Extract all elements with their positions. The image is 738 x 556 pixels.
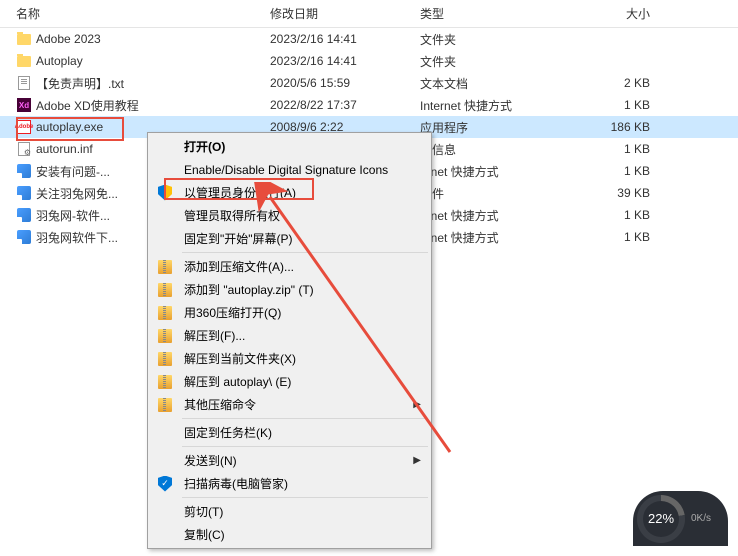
file-size: 1 KB — [580, 142, 680, 156]
col-name-header[interactable]: 名称 — [0, 5, 270, 22]
file-type: ernet 快捷方式 — [420, 207, 580, 224]
file-type: 文件 — [420, 185, 580, 202]
archive-icon — [156, 350, 174, 368]
speed-gauge-icon: 22% — [637, 495, 685, 543]
file-date: 2022/8/22 17:37 — [270, 98, 420, 112]
file-name: autoplay.exe — [36, 120, 103, 134]
shortcut-icon — [16, 163, 32, 179]
file-date: 2023/2/16 14:41 — [270, 54, 420, 68]
file-size: 1 KB — [580, 230, 680, 244]
menu-open[interactable]: 打开(O) — [150, 135, 429, 158]
file-name: 【免责声明】.txt — [36, 75, 124, 92]
file-size: 186 KB — [580, 120, 680, 134]
folder-icon — [16, 31, 32, 47]
file-type: ernet 快捷方式 — [420, 229, 580, 246]
shortcut-icon — [16, 229, 32, 245]
column-header: 名称 修改日期 类型 大小 — [0, 0, 738, 28]
file-date: 2020/5/6 15:59 — [270, 76, 420, 90]
file-name: Adobe XD使用教程 — [36, 97, 139, 114]
archive-icon — [156, 373, 174, 391]
archive-icon — [156, 258, 174, 276]
menu-separator — [182, 446, 428, 447]
menu-take-ownership[interactable]: 管理员取得所有权 — [150, 204, 429, 227]
file-name: autorun.inf — [36, 142, 93, 156]
file-type: 文件夹 — [420, 31, 580, 48]
menu-copy[interactable]: 复制(C) — [150, 523, 429, 546]
file-name: 安装有问题-... — [36, 163, 110, 180]
xd-icon: Xd — [16, 97, 32, 113]
menu-pin-start[interactable]: 固定到"开始"屏幕(P) — [150, 227, 429, 250]
file-size: 1 KB — [580, 164, 680, 178]
archive-icon — [156, 304, 174, 322]
shortcut-icon — [16, 207, 32, 223]
inf-file-icon — [16, 141, 32, 157]
archive-icon — [156, 327, 174, 345]
file-row[interactable]: Adobe 2023 2023/2/16 14:41文件夹 — [0, 28, 738, 50]
file-row[interactable]: XdAdobe XD使用教程 2022/8/22 17:37Internet 快捷… — [0, 94, 738, 116]
menu-separator — [182, 418, 428, 419]
file-size: 39 KB — [580, 186, 680, 200]
menu-pin-taskbar[interactable]: 固定到任务栏(K) — [150, 421, 429, 444]
file-type: 应用程序 — [420, 119, 580, 136]
menu-other-archive[interactable]: 其他压缩命令 ▶ — [150, 393, 429, 416]
file-type: 装信息 — [420, 141, 580, 158]
file-size: 2 KB — [580, 76, 680, 90]
archive-icon — [156, 281, 174, 299]
file-row[interactable]: Autoplay 2023/2/16 14:41文件夹 — [0, 50, 738, 72]
menu-open-360[interactable]: 用360压缩打开(Q) — [150, 301, 429, 324]
file-type: 文件夹 — [420, 53, 580, 70]
file-row[interactable]: 【免责声明】.txt 2020/5/6 15:59文本文档2 KB — [0, 72, 738, 94]
menu-send-to[interactable]: 发送到(N) ▶ — [150, 449, 429, 472]
speed-percent: 22% — [648, 511, 674, 526]
file-name: Adobe 2023 — [36, 32, 101, 46]
menu-extract-current[interactable]: 解压到当前文件夹(X) — [150, 347, 429, 370]
menu-extract-autoplay[interactable]: 解压到 autoplay\ (E) — [150, 370, 429, 393]
col-type-header[interactable]: 类型 — [420, 5, 580, 22]
shield-icon — [156, 184, 174, 202]
speed-rate: 0K/s — [691, 512, 711, 525]
menu-cut[interactable]: 剪切(T) — [150, 500, 429, 523]
col-date-header[interactable]: 修改日期 — [270, 5, 420, 22]
file-size: 1 KB — [580, 208, 680, 222]
file-name: 关注羽兔网免... — [36, 185, 118, 202]
shortcut-icon — [16, 185, 32, 201]
text-file-icon — [16, 75, 32, 91]
folder-icon — [16, 53, 32, 69]
file-date: 2023/2/16 14:41 — [270, 32, 420, 46]
file-name: 羽兔网-软件... — [36, 207, 110, 224]
col-size-header[interactable]: 大小 — [580, 5, 680, 22]
menu-add-archive[interactable]: 添加到压缩文件(A)... — [150, 255, 429, 278]
chevron-right-icon: ▶ — [413, 455, 421, 466]
file-type: ernet 快捷方式 — [420, 163, 580, 180]
file-size: 1 KB — [580, 98, 680, 112]
menu-scan-virus[interactable]: ✓ 扫描病毒(电脑管家) — [150, 472, 429, 495]
file-name: 羽兔网软件下... — [36, 229, 118, 246]
menu-separator — [182, 497, 428, 498]
file-type: Internet 快捷方式 — [420, 97, 580, 114]
menu-digital-signature[interactable]: Enable/Disable Digital Signature Icons — [150, 158, 429, 181]
speed-widget[interactable]: 22% 0K/s — [633, 491, 728, 546]
scan-shield-icon: ✓ — [156, 475, 174, 493]
context-menu: 打开(O) Enable/Disable Digital Signature I… — [147, 132, 432, 549]
chevron-right-icon: ▶ — [413, 399, 421, 410]
file-name: Autoplay — [36, 54, 83, 68]
adobe-icon: Adobe — [16, 119, 32, 135]
menu-add-autoplay-zip[interactable]: 添加到 "autoplay.zip" (T) — [150, 278, 429, 301]
menu-extract-to[interactable]: 解压到(F)... — [150, 324, 429, 347]
menu-separator — [182, 252, 428, 253]
archive-icon — [156, 396, 174, 414]
menu-run-as-admin[interactable]: 以管理员身份运行(A) — [150, 181, 429, 204]
file-type: 文本文档 — [420, 75, 580, 92]
